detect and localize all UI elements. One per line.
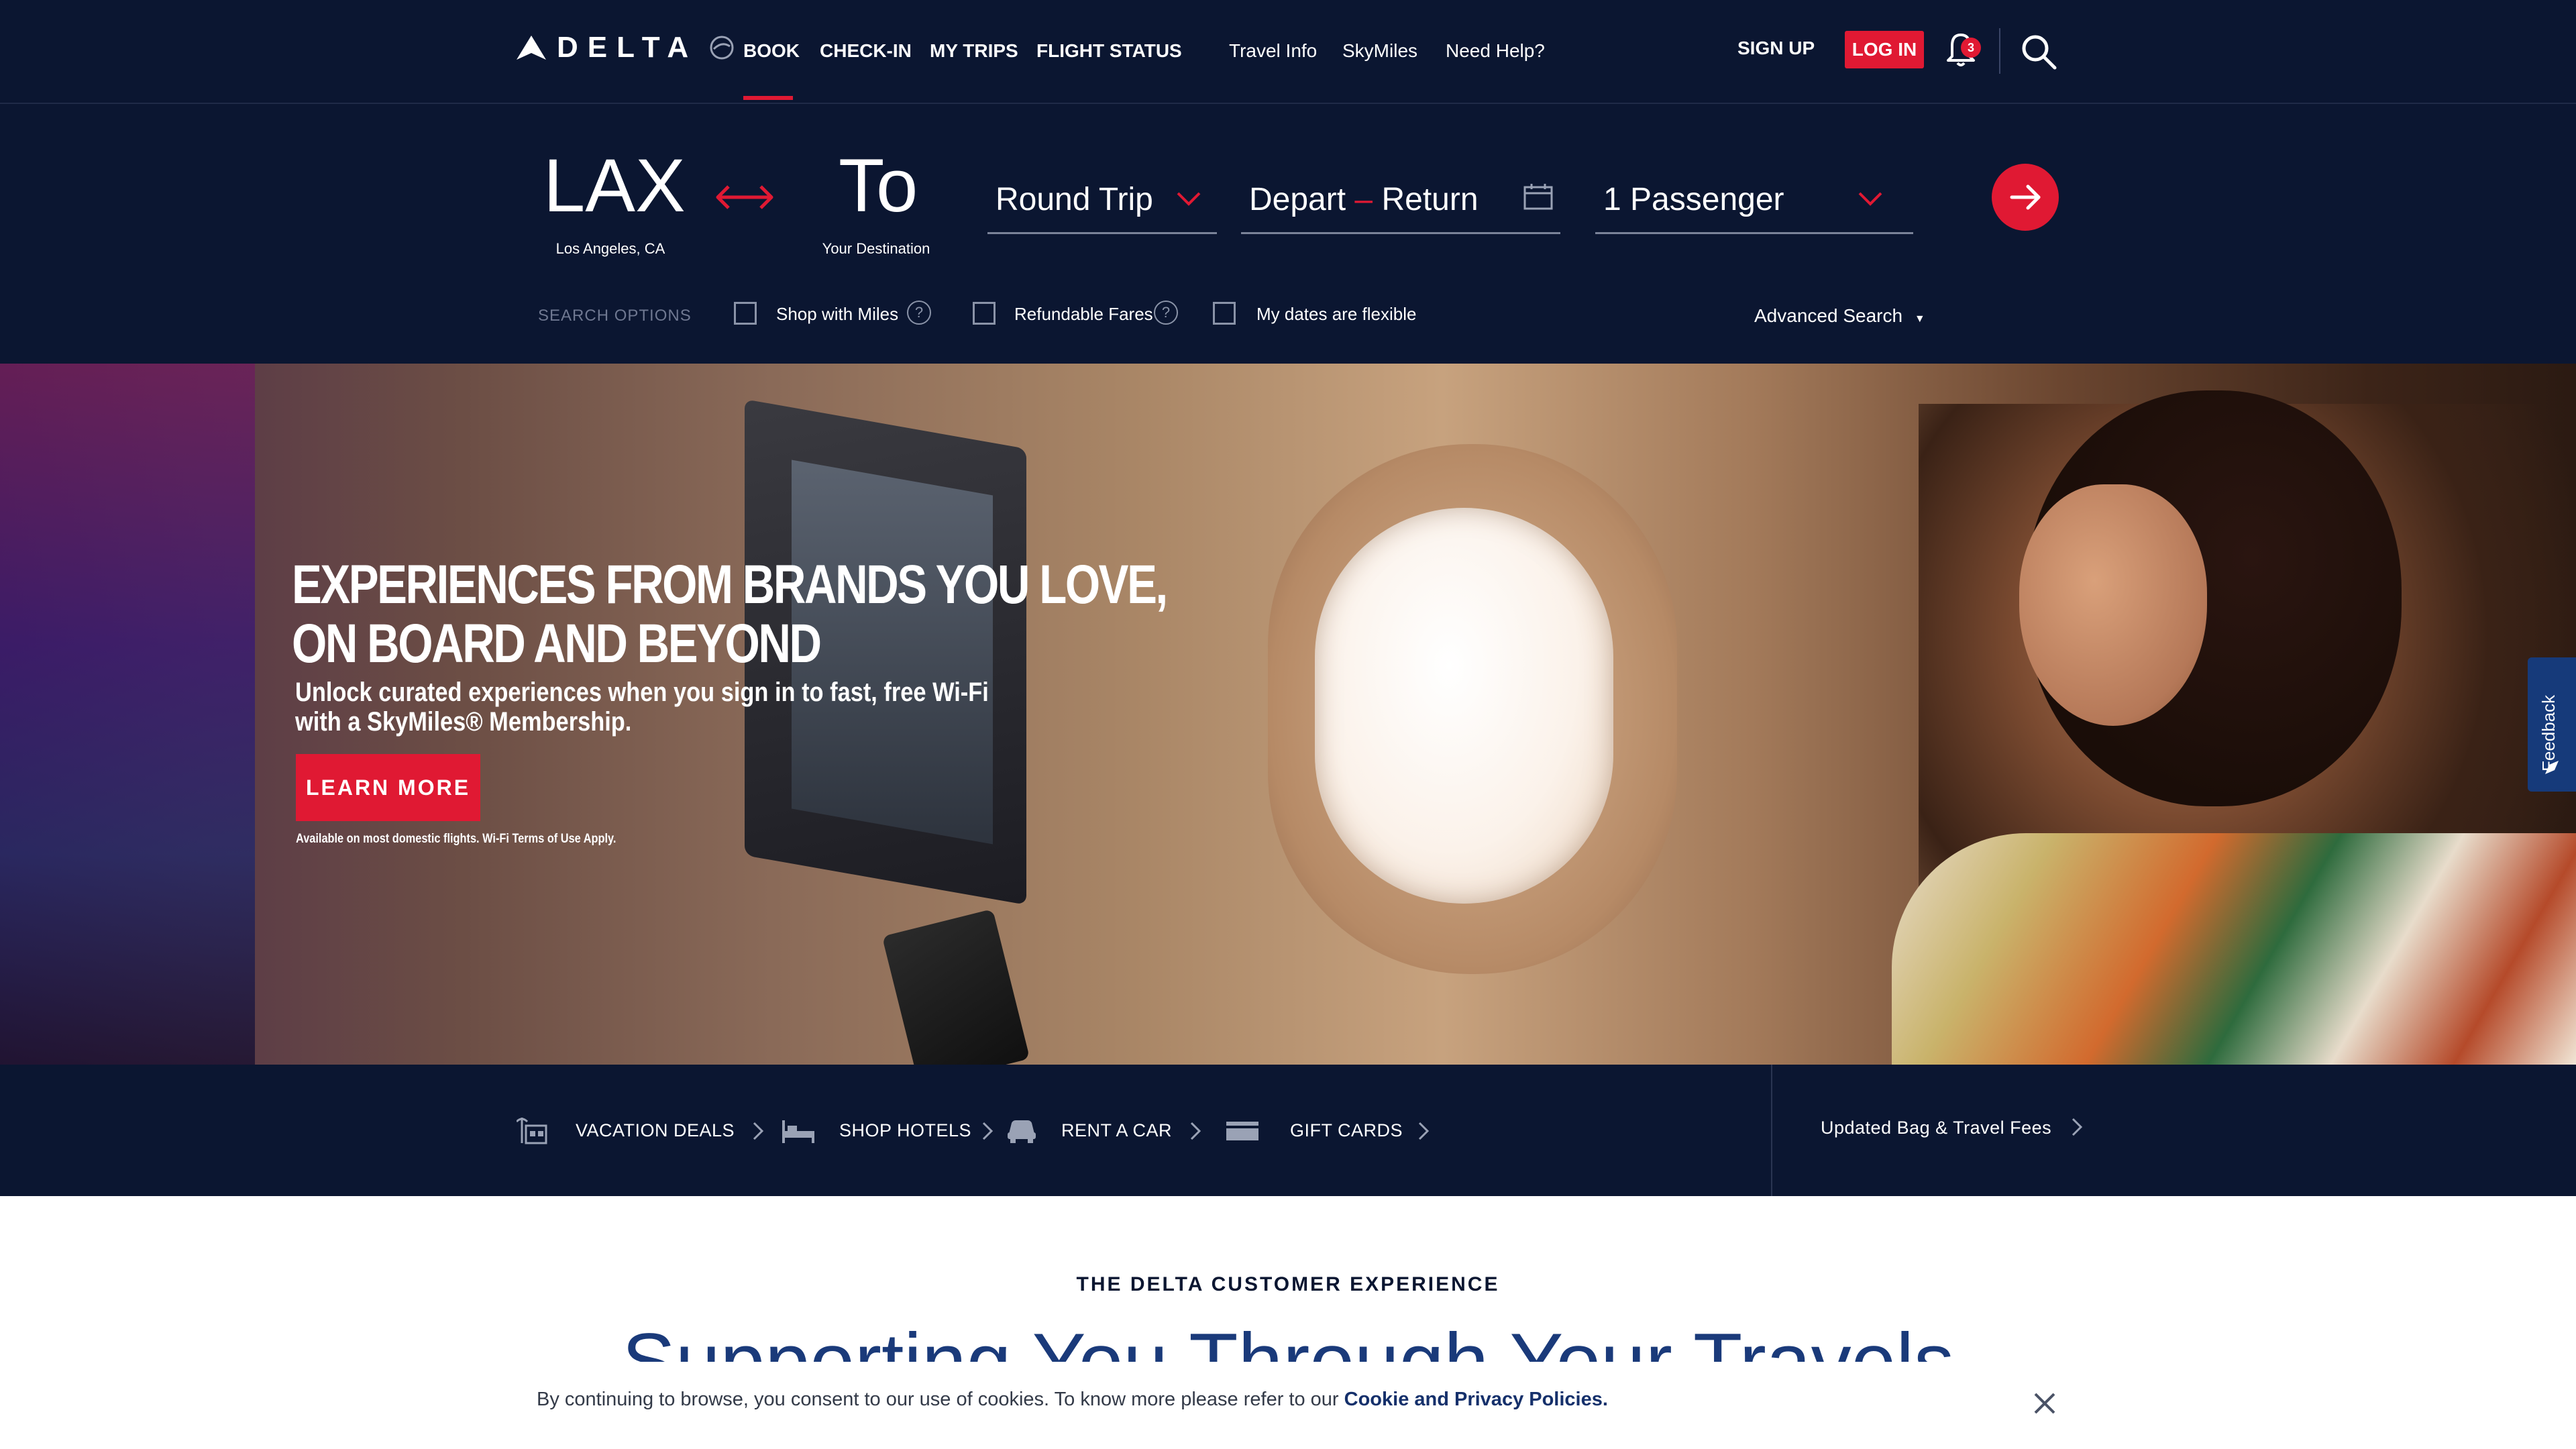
passenger-value: 1 Passenger	[1603, 182, 1784, 217]
learn-more-button[interactable]: LEARN MORE	[296, 754, 480, 821]
car-icon	[1008, 1120, 1036, 1143]
links-divider	[1771, 1065, 1772, 1196]
find-flights-button[interactable]	[1992, 164, 2059, 231]
skyteam-icon	[710, 36, 734, 60]
date-picker-field[interactable]: Depart – Return	[1241, 161, 1560, 234]
nav-check-in[interactable]: CHECK-IN	[820, 40, 912, 62]
hero-title: EXPERIENCES FROM BRANDS YOU LOVE, ON BOA…	[292, 554, 1168, 674]
gift-card-icon	[1226, 1122, 1258, 1140]
nav-flight-status[interactable]: FLIGHT STATUS	[1036, 40, 1182, 62]
nav-skymiles[interactable]: SkyMiles	[1342, 40, 1417, 62]
hero-title-line-1: EXPERIENCES FROM BRANDS YOU LOVE,	[292, 554, 1168, 615]
close-icon[interactable]	[2031, 1390, 2058, 1417]
cookie-policy-link[interactable]: Cookie and Privacy Policies.	[1344, 1389, 1608, 1410]
chevron-down-icon	[1177, 192, 1201, 206]
chevron-right-icon	[2072, 1118, 2083, 1136]
advanced-search-link[interactable]: Advanced Search ▼	[1754, 305, 1925, 327]
date-separator: –	[1354, 182, 1382, 217]
chevron-right-icon	[1418, 1122, 1430, 1140]
date-range-text: Depart – Return	[1249, 181, 1479, 218]
calendar-icon	[1523, 184, 1553, 210]
hero-seatback-screen	[0, 364, 255, 1065]
hero-person-face	[2019, 484, 2207, 726]
passenger-select[interactable]: 1 Passenger	[1595, 161, 1913, 234]
section-eyebrow: THE DELTA CUSTOMER EXPERIENCE	[1076, 1273, 1500, 1295]
nav-book[interactable]: BOOK	[743, 40, 800, 62]
destination-city: Your Destination	[822, 240, 930, 257]
vacation-icon	[517, 1118, 547, 1144]
rent-a-car-link[interactable]: RENT A CAR	[1061, 1120, 1172, 1141]
search-icon[interactable]	[2019, 32, 2058, 71]
hero-person-shirt	[1892, 833, 2576, 1065]
nav-travel-info[interactable]: Travel Info	[1229, 40, 1317, 62]
gift-cards-link[interactable]: GIFT CARDS	[1290, 1120, 1403, 1141]
search-options-label: SEARCH OPTIONS	[538, 307, 692, 325]
delta-widget-icon	[517, 36, 546, 60]
vacation-deals-link[interactable]: VACATION DEALS	[576, 1120, 735, 1141]
flexible-dates-checkbox[interactable]	[1213, 302, 1236, 325]
hero-window	[1315, 508, 1613, 904]
delta-logo[interactable]: DELTA	[517, 31, 735, 64]
hero-subtitle-line-1: Unlock curated experiences when you sign…	[295, 678, 989, 707]
refundable-fares-label[interactable]: Refundable Fares	[1014, 304, 1153, 325]
help-icon[interactable]: ?	[907, 301, 931, 325]
shop-hotels-link[interactable]: SHOP HOTELS	[839, 1120, 971, 1141]
caret-down-icon: ▼	[1914, 313, 1925, 325]
hero-disclaimer: Available on most domestic flights. Wi-F…	[296, 832, 616, 846]
chevron-down-icon	[1858, 192, 1882, 206]
destination-airport-code[interactable]: To	[839, 142, 918, 229]
log-in-button[interactable]: LOG IN	[1845, 31, 1924, 68]
notification-badge: 3	[1961, 38, 1981, 58]
hero-subtitle: Unlock curated experiences when you sign…	[295, 678, 989, 737]
depart-label: Depart	[1249, 182, 1346, 217]
hero-phone	[881, 908, 1030, 1065]
trip-type-select[interactable]: Round Trip	[987, 161, 1217, 234]
hero-subtitle-line-2: with a SkyMiles® Membership.	[295, 707, 632, 737]
shop-with-miles-checkbox[interactable]	[734, 302, 757, 325]
nav-need-help[interactable]: Need Help?	[1446, 40, 1545, 62]
hotel-bed-icon	[782, 1120, 814, 1143]
nav-divider	[1999, 28, 2000, 74]
chevron-right-icon	[1190, 1122, 1201, 1140]
bag-fees-link[interactable]: Updated Bag & Travel Fees	[1821, 1118, 2051, 1138]
sign-up-link[interactable]: SIGN UP	[1737, 38, 1815, 59]
hero-title-line-2: ON BOARD AND BEYOND	[292, 613, 822, 674]
trip-type-value: Round Trip	[996, 182, 1153, 217]
shop-with-miles-label[interactable]: Shop with Miles	[776, 304, 898, 325]
swap-airports-icon[interactable]	[714, 177, 775, 217]
active-nav-indicator	[743, 96, 793, 100]
origin-city: Los Angeles, CA	[555, 240, 665, 257]
chevron-right-icon	[753, 1122, 764, 1140]
logo-wordmark: DELTA	[557, 31, 698, 64]
flexible-dates-label[interactable]: My dates are flexible	[1256, 304, 1416, 325]
nav-my-trips[interactable]: MY TRIPS	[930, 40, 1018, 62]
refundable-fares-checkbox[interactable]	[973, 302, 996, 325]
feedback-label[interactable]: Feedback	[2538, 695, 2559, 771]
arrow-right-icon	[2010, 184, 2041, 210]
origin-airport-code[interactable]: LAX	[543, 142, 686, 229]
top-navigation: DELTA BOOK CHECK-IN MY TRIPS FLIGHT STAT…	[0, 0, 2576, 104]
quick-links-bar	[0, 1065, 2576, 1196]
advanced-search-label: Advanced Search	[1754, 305, 1903, 326]
chevron-right-icon	[982, 1122, 994, 1140]
cookie-message: By continuing to browse, you consent to …	[537, 1389, 1608, 1411]
cookie-text: By continuing to browse, you consent to …	[537, 1389, 1344, 1410]
help-icon[interactable]: ?	[1154, 301, 1178, 325]
return-label: Return	[1381, 182, 1479, 217]
section-heading: Supporting You Through Your Travels	[0, 1322, 2576, 1362]
